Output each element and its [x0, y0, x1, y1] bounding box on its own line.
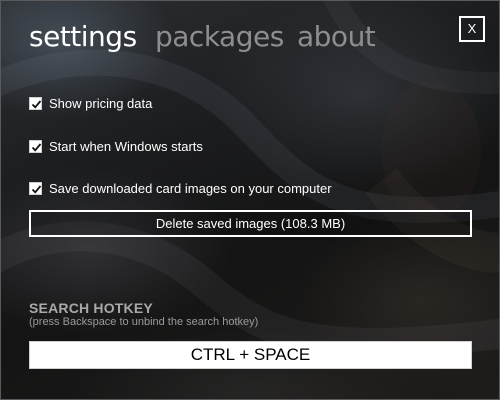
tab-about[interactable]: about — [297, 19, 376, 55]
checkmark-icon — [31, 184, 42, 194]
save-card-images-checkbox[interactable] — [29, 181, 42, 195]
search-hotkey-input[interactable]: CTRL + SPACE — [29, 341, 472, 369]
close-icon: X — [467, 21, 477, 36]
show-pricing-data-option[interactable]: Show pricing data — [29, 94, 152, 112]
tab-settings[interactable]: settings — [29, 19, 137, 55]
show-pricing-data-checkbox[interactable] — [29, 96, 42, 110]
start-with-windows-checkbox[interactable] — [29, 139, 42, 153]
save-card-images-option[interactable]: Save downloaded card images on your comp… — [29, 179, 332, 197]
search-hotkey-heading: SEARCH HOTKEY — [29, 300, 153, 316]
close-button[interactable]: X — [459, 16, 485, 42]
save-card-images-label: Save downloaded card images on your comp… — [49, 180, 332, 196]
start-with-windows-option[interactable]: Start when Windows starts — [29, 137, 203, 155]
search-hotkey-hint: (press Backspace to unbind the search ho… — [29, 316, 259, 328]
start-with-windows-label: Start when Windows starts — [49, 138, 203, 154]
settings-window: settings packages about X Show pricing d… — [0, 0, 500, 400]
delete-saved-images-button[interactable]: Delete saved images (108.3 MB) — [29, 210, 472, 237]
show-pricing-data-label: Show pricing data — [49, 95, 153, 111]
tab-packages[interactable]: packages — [155, 19, 284, 55]
checkmark-icon — [31, 99, 42, 109]
checkmark-icon — [31, 142, 42, 152]
